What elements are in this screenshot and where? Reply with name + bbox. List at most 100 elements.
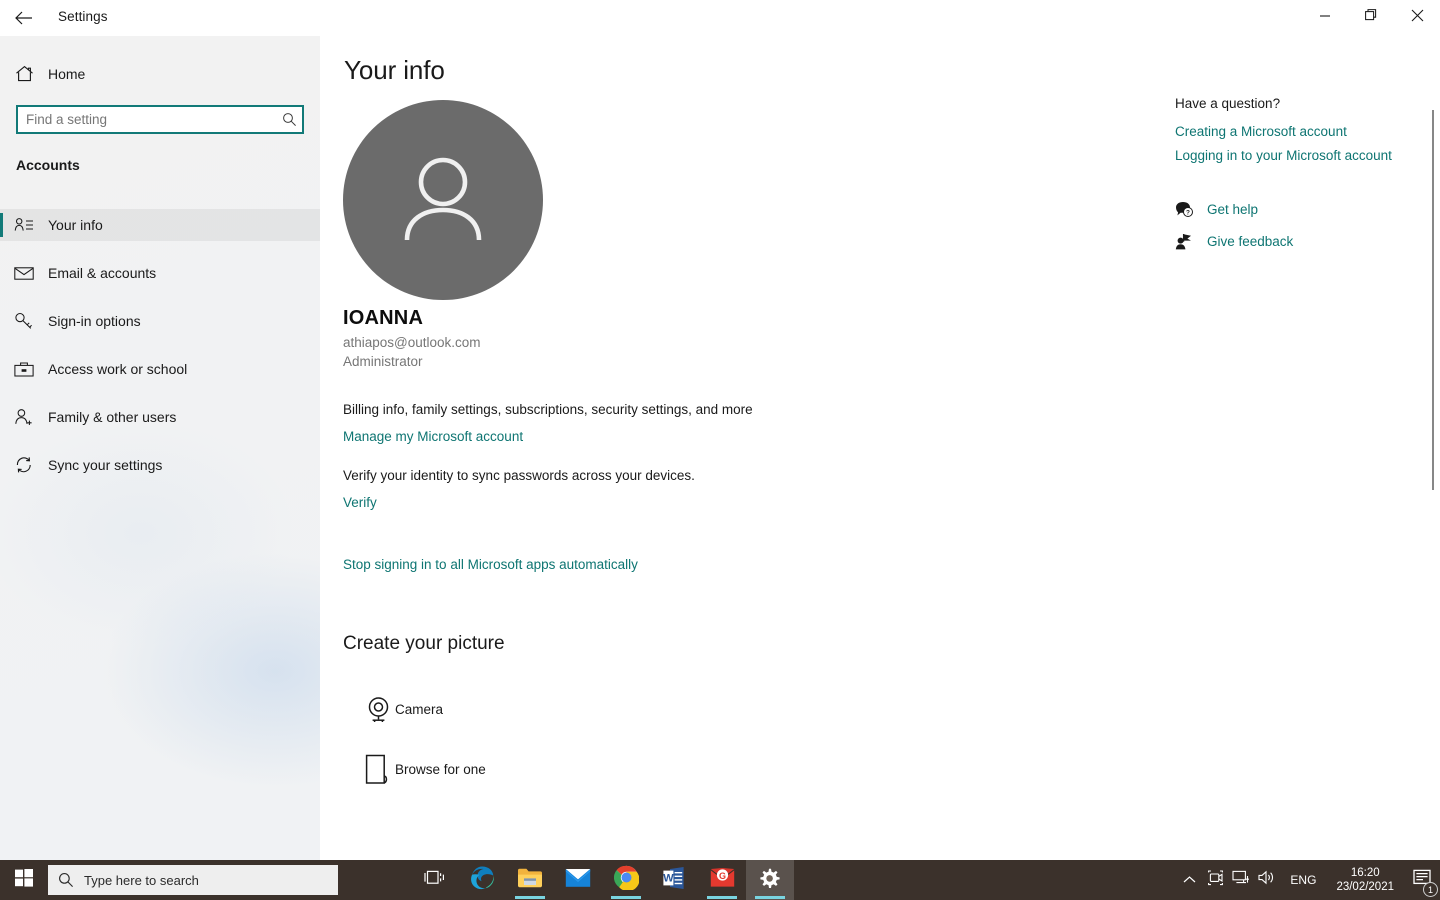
sidebar: Home Accounts: [0, 0, 320, 860]
person-add-icon: [0, 408, 48, 426]
avatar[interactable]: [343, 100, 543, 300]
your-info-icon: [0, 217, 48, 233]
search-icon: [48, 872, 84, 888]
task-view-button[interactable]: [410, 860, 458, 900]
get-help-icon: ?: [1175, 201, 1207, 218]
verify-description: Verify your identity to sync passwords a…: [343, 468, 695, 483]
taskbar-app-edge[interactable]: [458, 860, 506, 900]
taskbar-app-word[interactable]: W: [650, 860, 698, 900]
minimize-icon: [1319, 9, 1331, 27]
verify-link[interactable]: Verify: [343, 495, 377, 510]
sidebar-item-family-other-users[interactable]: Family & other users: [0, 401, 320, 433]
sync-icon: [0, 456, 48, 474]
camera-tray-icon: [1207, 869, 1224, 891]
envelope-icon: [0, 266, 48, 281]
windows-start-icon: [15, 868, 33, 892]
taskbar: Type here to search W G ENG 16:20 23/02/…: [0, 860, 1440, 900]
svg-text:?: ?: [1186, 209, 1190, 216]
taskbar-app-chrome[interactable]: [602, 860, 650, 900]
account-name: IOANNA: [343, 307, 424, 329]
sidebar-item-your-info[interactable]: Your info: [0, 209, 320, 241]
scrollbar-thumb[interactable]: [1432, 110, 1434, 490]
sidebar-item-email-accounts[interactable]: Email & accounts: [0, 257, 320, 289]
sidebar-item-label: Access work or school: [48, 361, 188, 377]
camera-tray-button[interactable]: [1202, 860, 1228, 900]
content-scrollbar[interactable]: [1430, 110, 1436, 820]
minimize-button[interactable]: [1302, 0, 1348, 36]
briefcase-icon: [0, 361, 48, 378]
get-help-label: Get help: [1207, 201, 1259, 217]
window-controls: [1302, 0, 1440, 36]
sidebar-item-sync-your-settings[interactable]: Sync your settings: [0, 449, 320, 481]
clock-date: 23/02/2021: [1336, 881, 1394, 893]
volume-button[interactable]: [1254, 860, 1280, 900]
taskbar-apps: W G: [410, 860, 794, 900]
browse-option[interactable]: Browse for one: [343, 751, 486, 787]
search-icon: [276, 112, 302, 127]
gmail-icon: G: [710, 867, 735, 893]
home-icon: [0, 65, 48, 83]
settings-gear-icon: [758, 866, 782, 895]
camera-icon: [343, 696, 395, 723]
help-link-logging-in[interactable]: Logging in to your Microsoft account: [1175, 148, 1425, 163]
edge-icon: [469, 865, 495, 896]
taskbar-search-box[interactable]: Type here to search: [48, 865, 338, 895]
key-icon: [0, 312, 48, 330]
taskbar-app-gmail[interactable]: G: [698, 860, 746, 900]
chevron-up-icon: [1183, 871, 1196, 889]
stop-signing-in-link[interactable]: Stop signing in to all Microsoft apps au…: [343, 557, 638, 572]
give-feedback-row[interactable]: Give feedback: [1175, 227, 1425, 255]
create-picture-title: Create your picture: [343, 633, 505, 654]
page-title: Your info: [344, 55, 445, 85]
sidebar-group-title: Accounts: [16, 157, 80, 173]
sidebar-item-label: Sync your settings: [48, 457, 163, 473]
sidebar-item-label: Sign-in options: [48, 313, 141, 329]
manage-microsoft-account-link[interactable]: Manage my Microsoft account: [343, 429, 523, 444]
show-hidden-icons-button[interactable]: [1176, 860, 1202, 900]
taskbar-app-file-explorer[interactable]: [506, 860, 554, 900]
camera-option-label: Camera: [395, 701, 444, 717]
notification-center-button[interactable]: 1: [1404, 860, 1440, 900]
notification-badge: 1: [1423, 882, 1438, 897]
back-button[interactable]: [8, 4, 38, 32]
word-icon: W: [662, 866, 686, 895]
sidebar-item-home[interactable]: Home: [0, 58, 320, 90]
billing-description: Billing info, family settings, subscript…: [343, 402, 753, 417]
maximize-button[interactable]: [1348, 0, 1394, 36]
mail-icon: [565, 868, 591, 893]
account-email: athiapos@outlook.com: [343, 335, 481, 350]
browse-option-label: Browse for one: [395, 761, 486, 777]
search-input[interactable]: [18, 107, 276, 132]
sidebar-item-access-work-school[interactable]: Access work or school: [0, 353, 320, 385]
taskbar-app-mail[interactable]: [554, 860, 602, 900]
give-feedback-label: Give feedback: [1207, 233, 1294, 249]
content-area: Your info IOANNA athiapos@outlook.com Ad…: [320, 36, 1440, 860]
taskbar-app-settings[interactable]: [746, 860, 794, 900]
file-explorer-icon: [517, 867, 543, 894]
close-button[interactable]: [1394, 0, 1440, 36]
screen: Settings Home Find a setting Accounts Yo…: [0, 0, 1440, 900]
sidebar-item-signin-options[interactable]: Sign-in options: [0, 305, 320, 337]
settings-window: Settings Home Find a setting Accounts Yo…: [0, 0, 1440, 860]
search-setting-box[interactable]: [16, 105, 304, 134]
give-feedback-icon: [1175, 233, 1207, 250]
language-indicator[interactable]: ENG: [1280, 860, 1326, 900]
svg-text:G: G: [718, 871, 725, 881]
help-heading: Have a question?: [1175, 96, 1281, 111]
sidebar-item-label: Email & accounts: [48, 265, 157, 281]
svg-text:W: W: [663, 872, 674, 884]
help-link-creating-account[interactable]: Creating a Microsoft account: [1175, 124, 1425, 139]
taskbar-search-placeholder: Type here to search: [84, 872, 199, 888]
get-help-row[interactable]: ? Get help: [1175, 195, 1425, 223]
camera-option[interactable]: Camera: [343, 691, 443, 727]
clock[interactable]: 16:20 23/02/2021: [1326, 860, 1404, 900]
restore-icon: [1364, 9, 1378, 27]
system-tray: ENG 16:20 23/02/2021 1: [1176, 860, 1440, 900]
close-icon: [1411, 9, 1424, 27]
sidebar-home-label: Home: [48, 66, 86, 82]
start-button[interactable]: [0, 860, 48, 900]
network-button[interactable]: [1228, 860, 1254, 900]
network-icon: [1232, 870, 1250, 890]
chrome-icon: [613, 865, 640, 895]
title-bar: Settings: [0, 0, 1440, 36]
